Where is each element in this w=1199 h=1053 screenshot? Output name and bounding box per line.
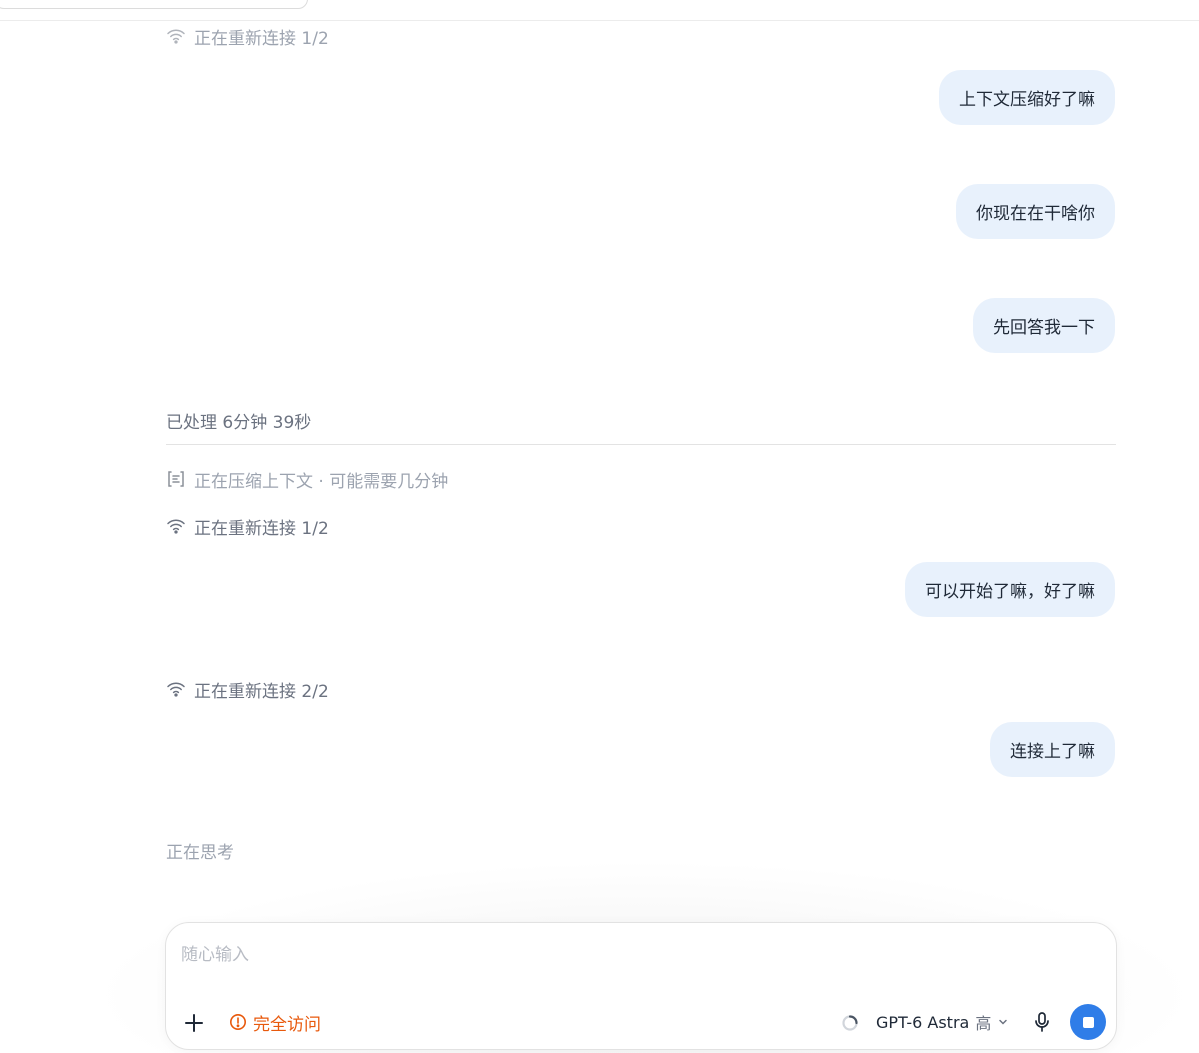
alert-circle-icon — [230, 1014, 246, 1030]
full-access-label: 完全访问 — [253, 1014, 321, 1035]
status-reconnect-1: 正在重新连接 1/2 — [166, 24, 329, 49]
wifi-icon — [167, 29, 185, 44]
microphone-icon — [1035, 1012, 1049, 1032]
status-text: 正在重新连接 1/2 — [194, 518, 329, 539]
model-level: 高 — [975, 1014, 992, 1033]
user-message: 你现在在干啥你 — [956, 184, 1115, 239]
model-selector[interactable]: GPT-6 Astra 高 — [876, 1009, 1009, 1035]
status-reconnect-1b: 正在重新连接 1/2 — [166, 514, 329, 539]
user-message: 上下文压缩好了嘛 — [939, 70, 1115, 125]
stop-icon — [1082, 1016, 1094, 1028]
top-tab[interactable] — [0, 0, 308, 9]
user-message: 连接上了嘛 — [990, 722, 1115, 777]
chevron-down-icon — [999, 1019, 1008, 1025]
plus-icon — [185, 1014, 203, 1032]
compress-icon — [168, 471, 184, 487]
processed-time: 已处理 6分钟 39秒 — [166, 413, 312, 433]
processed-divider[interactable]: 已处理 6分钟 39秒 — [166, 408, 1116, 445]
loading-spinner-icon — [842, 1015, 858, 1031]
message-input[interactable] — [181, 941, 1081, 969]
status-text: 正在压缩上下文 · 可能需要几分钟 — [194, 471, 449, 492]
status-text: 正在重新连接 2/2 — [194, 681, 329, 702]
microphone-button[interactable] — [1030, 1009, 1054, 1035]
status-reconnect-2: 正在重新连接 2/2 — [166, 677, 329, 702]
user-message: 可以开始了嘛，好了嘛 — [905, 562, 1115, 617]
full-access-button[interactable]: 完全访问 — [229, 1009, 321, 1035]
user-message: 先回答我一下 — [973, 298, 1115, 353]
top-bar — [0, 0, 1199, 21]
wifi-icon — [167, 682, 185, 697]
composer: 完全访问 GPT-6 Astra 高 — [165, 922, 1117, 1050]
status-compressing: 正在压缩上下文 · 可能需要几分钟 — [166, 467, 449, 492]
stop-button[interactable] — [1070, 1004, 1106, 1040]
model-name: GPT-6 Astra — [876, 1012, 970, 1032]
status-text: 正在重新连接 1/2 — [194, 28, 329, 49]
add-attachment-button[interactable] — [182, 1011, 206, 1035]
wifi-icon — [167, 519, 185, 534]
